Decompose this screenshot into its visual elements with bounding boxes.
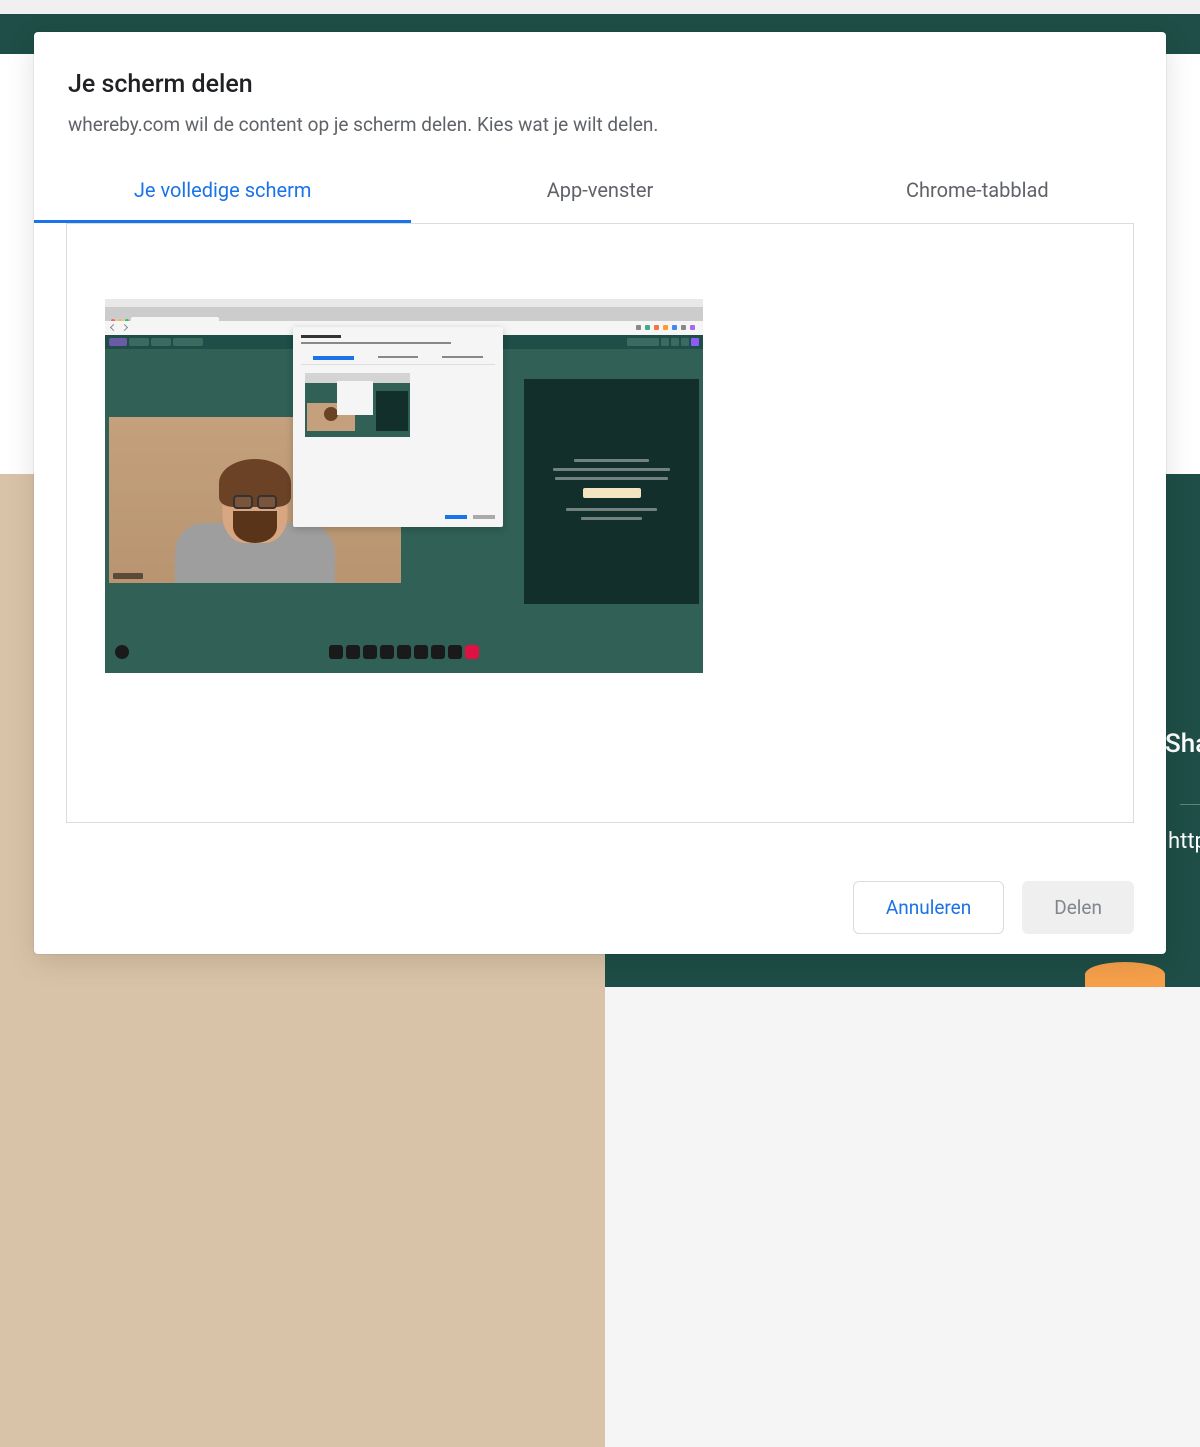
toolbar-icon-2 xyxy=(346,645,360,659)
thumb-inner-preview-dark xyxy=(376,391,408,431)
person-beard xyxy=(233,511,277,543)
thumb-inner-btn-1 xyxy=(445,515,467,519)
thumb-dark-line-5 xyxy=(581,517,641,520)
thumb-browser-tabbar xyxy=(105,307,703,321)
thumb-inner-tab-2 xyxy=(378,356,419,358)
thumb-topbar-btn-2 xyxy=(661,338,669,346)
tab-chrome-tab[interactable]: Chrome-tabblad xyxy=(789,164,1166,223)
dialog-subtitle: whereby.com wil de content op je scherm … xyxy=(34,113,1166,164)
toolbar-icon-5 xyxy=(397,645,411,659)
thumb-dark-line-3 xyxy=(555,477,668,480)
thumb-topbar-left xyxy=(109,338,203,346)
thumb-inner-buttons xyxy=(445,515,495,519)
thumb-inner-preview xyxy=(305,373,410,437)
glass-lens-right xyxy=(257,495,277,509)
thumb-dark-line-4 xyxy=(566,508,657,511)
thumb-brand-badge xyxy=(109,338,127,346)
ext-icon-5 xyxy=(672,325,677,330)
ext-icon-3 xyxy=(654,325,659,330)
dialog-button-row: Annuleren Delen xyxy=(853,881,1134,934)
tab-app-window[interactable]: App-venster xyxy=(411,164,788,223)
bg-orange-fab xyxy=(1085,962,1165,987)
thumb-nested-dialog xyxy=(293,327,503,527)
share-screen-dialog: Je scherm delen whereby.com wil de conte… xyxy=(34,32,1166,954)
thumb-video-name-label xyxy=(113,573,143,579)
toolbar-icon-8 xyxy=(448,645,462,659)
share-source-tabs: Je volledige scherm App-venster Chrome-t… xyxy=(34,164,1166,224)
thumb-topbar-btn-5 xyxy=(691,338,699,346)
toolbar-icon-4 xyxy=(380,645,394,659)
thumb-inner-tab-1 xyxy=(313,356,354,360)
thumb-extensions-row xyxy=(636,325,695,330)
thumb-os-menubar xyxy=(105,299,703,307)
glass-lens-left xyxy=(233,495,253,509)
ext-icon-2 xyxy=(645,325,650,330)
toolbar-icon-6 xyxy=(414,645,428,659)
thumb-toolbar xyxy=(329,645,479,659)
thumb-inner-tabs xyxy=(301,352,495,365)
toolbar-icon-7 xyxy=(431,645,445,659)
back-arrow-icon xyxy=(110,324,117,331)
screen-picker-area xyxy=(66,223,1134,823)
share-button[interactable]: Delen xyxy=(1022,881,1134,934)
thumb-dark-btn xyxy=(583,488,641,498)
tab-content-wrapper xyxy=(34,223,1166,823)
thumb-dark-content xyxy=(536,459,687,520)
thumb-topbar-btn-1 xyxy=(627,338,659,346)
bg-partial-text-2: http xyxy=(1168,829,1200,854)
thumb-inner-title xyxy=(301,335,341,338)
tab-entire-screen[interactable]: Je volledige scherm xyxy=(34,164,411,223)
thumb-avatar-icon xyxy=(115,645,129,659)
cancel-button[interactable]: Annuleren xyxy=(853,881,1004,934)
toolbar-icon-leave xyxy=(465,645,479,659)
thumb-badge-3 xyxy=(173,338,203,346)
thumb-dark-line-1 xyxy=(574,459,650,462)
thumb-inner-subtitle xyxy=(301,342,451,344)
thumb-inner-preview-inner xyxy=(337,381,373,415)
ext-icon-4 xyxy=(663,325,668,330)
screen-thumbnail-option[interactable] xyxy=(105,299,703,673)
bg-partial-text-1: Sha xyxy=(1165,729,1200,759)
thumb-nav-arrows-icon xyxy=(111,325,127,330)
thumb-dark-line-2 xyxy=(553,468,671,471)
thumb-inner-tab-3 xyxy=(442,356,483,358)
ext-icon-1 xyxy=(636,325,641,330)
toolbar-icon-1 xyxy=(329,645,343,659)
thumb-badge-1 xyxy=(129,338,149,346)
thumb-dark-panel xyxy=(524,379,699,604)
browser-chrome-header xyxy=(0,0,1200,14)
ext-icon-6 xyxy=(681,325,686,330)
bg-divider xyxy=(1180,804,1200,805)
toolbar-icon-3 xyxy=(363,645,377,659)
thumb-badge-2 xyxy=(151,338,171,346)
glasses-icon xyxy=(230,495,280,509)
thumb-topbar-btn-4 xyxy=(681,338,689,346)
thumb-topbar-btn-3 xyxy=(671,338,679,346)
forward-arrow-icon xyxy=(121,324,128,331)
ext-icon-7 xyxy=(690,325,695,330)
dialog-title: Je scherm delen xyxy=(34,70,1166,113)
thumb-topbar-right xyxy=(627,338,699,346)
thumb-inner-btn-2 xyxy=(473,515,495,519)
